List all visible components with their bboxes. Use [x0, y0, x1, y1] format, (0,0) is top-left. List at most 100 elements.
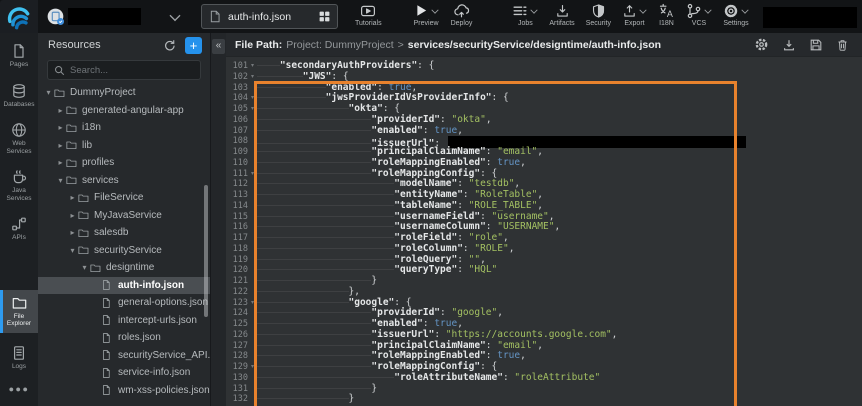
topbar-action-export[interactable]: Export — [622, 2, 647, 27]
topbar-action-label: Settings — [723, 20, 748, 27]
caret-right-icon[interactable]: ▸ — [56, 141, 65, 150]
caret-right-icon[interactable]: ▸ — [68, 228, 77, 237]
fold-marker-icon[interactable]: ▾ — [248, 93, 257, 104]
activity-item-web-services[interactable]: Web Services — [0, 120, 38, 157]
editor-toolbar — [754, 37, 853, 52]
chevron-down-icon[interactable] — [170, 11, 180, 21]
file-icon — [101, 314, 115, 326]
chevron-down-icon[interactable] — [431, 7, 438, 14]
file-icon — [101, 279, 115, 291]
breadcrumb-project[interactable]: Project: DummyProject — [286, 39, 393, 51]
file-tab[interactable]: auth-info.json — [201, 4, 338, 29]
fold-marker-icon[interactable]: ▾ — [248, 169, 257, 180]
chevron-down-icon[interactable] — [531, 7, 538, 14]
tree-item-profiles[interactable]: ▸profiles — [38, 154, 210, 172]
topbar-action-vcs[interactable]: VCS — [686, 2, 712, 27]
tree-item-roles.json[interactable]: roles.json — [38, 329, 210, 347]
fold-marker-icon[interactable]: ▾ — [248, 61, 257, 72]
caret-right-icon[interactable]: ▸ — [56, 123, 65, 132]
fold-marker-icon[interactable]: ▾ — [248, 298, 257, 309]
svg-text:A: A — [667, 9, 673, 19]
download-file-icon[interactable] — [782, 38, 796, 52]
topbar-action-jobs[interactable]: Jobs — [512, 2, 538, 27]
topbar-action-settings[interactable]: Settings — [723, 2, 749, 27]
tree-item-auth-info.json[interactable]: auth-info.json — [38, 277, 210, 295]
grid-icon[interactable] — [319, 11, 330, 22]
topbar-action-security[interactable]: Security — [586, 2, 611, 27]
tree-item-lib[interactable]: ▸lib — [38, 137, 210, 155]
tree-item-designtime[interactable]: ▾designtime — [38, 259, 210, 277]
fold-spacer — [248, 265, 257, 276]
tree-item-salesdb[interactable]: ▸salesdb — [38, 224, 210, 242]
caret-down-icon[interactable]: ▾ — [56, 176, 65, 185]
fold-spacer — [248, 351, 257, 362]
save-file-icon[interactable] — [809, 38, 823, 52]
app-logo[interactable] — [0, 0, 38, 33]
tree-item-DummyProject[interactable]: ▾DummyProject — [38, 84, 210, 102]
collapse-panel-button[interactable]: « — [212, 39, 225, 54]
tree-item-i18n[interactable]: ▸i18n — [38, 119, 210, 137]
file-icon — [101, 367, 115, 379]
topbar-action-i18n[interactable]: AI18N — [658, 2, 675, 27]
project-selector[interactable] — [47, 8, 179, 26]
tree-item-securityService[interactable]: ▾securityService — [38, 242, 210, 260]
search-input[interactable] — [70, 65, 202, 76]
wavemaker-logo-icon — [6, 4, 32, 30]
activity-item-file-explorer[interactable]: File Explorer — [0, 290, 38, 333]
tree-item-MyJavaService[interactable]: ▸MyJavaService — [38, 207, 210, 225]
caret-right-icon[interactable]: ▸ — [56, 106, 65, 115]
tree-item-service-info.json[interactable]: service-info.json — [38, 364, 210, 382]
search-box[interactable] — [47, 60, 201, 80]
topbar-action-label: Artifacts — [549, 20, 574, 27]
chevron-down-icon[interactable] — [742, 7, 749, 14]
caret-right-icon[interactable]: ▸ — [68, 193, 77, 202]
caret-down-icon[interactable]: ▾ — [68, 246, 77, 255]
fold-spacer — [248, 373, 257, 384]
tree-item-services[interactable]: ▾services — [38, 172, 210, 190]
activity-item-pages[interactable]: Pages — [0, 41, 38, 71]
refresh-icon[interactable] — [163, 39, 176, 52]
code-line-110: 110 "roleMappingEnabled": true, — [226, 158, 862, 169]
tree-item-wm-xss-policies.json[interactable]: wm-xss-policies.json — [38, 382, 210, 400]
chevron-down-icon[interactable] — [640, 7, 647, 14]
code-line-122: 122 }, — [226, 287, 862, 298]
caret-right-icon[interactable]: ▸ — [68, 211, 77, 220]
line-number: 101 — [226, 61, 248, 72]
topbar-action-tutorials[interactable]: Tutorials — [355, 2, 382, 27]
add-resource-button[interactable]: + — [185, 37, 202, 54]
caret-down-icon[interactable]: ▾ — [44, 88, 53, 97]
activity-item-apis[interactable]: APIs — [0, 214, 38, 244]
fold-spacer — [248, 147, 257, 158]
activity-item-databases[interactable]: Databases — [0, 81, 38, 111]
fold-marker-icon[interactable]: ▾ — [248, 362, 257, 373]
tree-scrollbar[interactable] — [204, 185, 208, 317]
fold-spacer — [248, 83, 257, 94]
tree-item-securityService_API.json[interactable]: securityService_API.json — [38, 347, 210, 365]
fold-marker-icon[interactable]: ▾ — [248, 72, 257, 83]
caret-down-icon[interactable]: ▾ — [80, 263, 89, 272]
chevron-down-icon[interactable] — [705, 7, 712, 14]
code-line-118: 118 "roleColumn": "ROLE", — [226, 244, 862, 255]
tree-item-label: generated-angular-app — [82, 105, 184, 116]
folder-icon — [65, 122, 79, 134]
tree-item-label: service-info.json — [118, 367, 190, 378]
topbar-action-preview[interactable]: Preview — [414, 2, 439, 27]
caret-right-icon[interactable]: ▸ — [56, 158, 65, 167]
delete-file-icon[interactable] — [836, 38, 849, 52]
more-dots-icon: ●●● — [9, 384, 30, 394]
topbar-action-artifacts[interactable]: Artifacts — [549, 2, 574, 27]
topbar-action-deploy[interactable]: Deploy — [451, 2, 473, 27]
settings-gear-icon[interactable] — [754, 37, 769, 52]
activity-item-more[interactable]: ●●● — [0, 382, 38, 396]
activity-item-logs[interactable]: Logs — [0, 343, 38, 373]
fold-spacer — [248, 287, 257, 298]
tree-item-FileService[interactable]: ▸FileService — [38, 189, 210, 207]
tree-item-intercept-urls.json[interactable]: intercept-urls.json — [38, 312, 210, 330]
tree-item-label: securityService_API.json — [118, 350, 210, 361]
tree-item-generated-angular-app[interactable]: ▸ generated-angular-app — [38, 102, 210, 120]
code-area[interactable]: 101▾ "secondaryAuthProviders": {102▾ "JW… — [226, 57, 862, 406]
activity-item-java-services[interactable]: Java Services — [0, 167, 38, 204]
line-number: 130 — [226, 373, 248, 384]
fold-marker-icon[interactable]: ▾ — [248, 104, 257, 115]
tree-item-general-options.json[interactable]: general-options.json — [38, 294, 210, 312]
